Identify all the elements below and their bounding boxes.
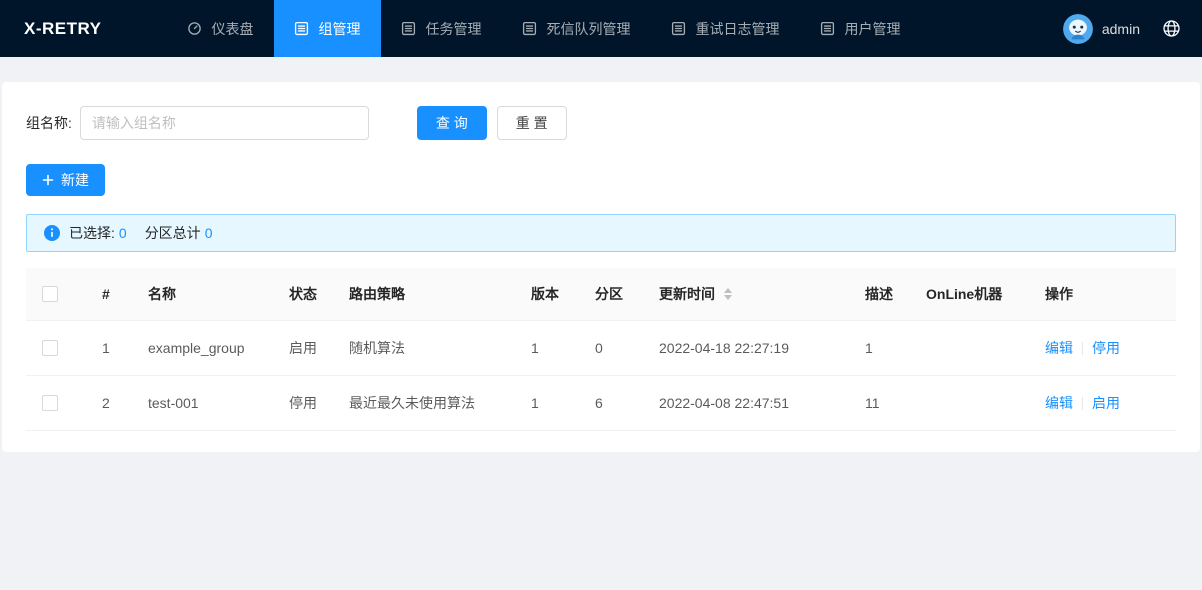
dashboard-icon <box>187 21 202 36</box>
cell-route: 最近最久未使用算法 <box>333 376 515 431</box>
col-version: 版本 <box>515 268 579 321</box>
nav-item-group-management[interactable]: 组管理 <box>274 0 381 57</box>
edit-link[interactable]: 编辑 <box>1045 395 1073 411</box>
nav-label: 重试日志管理 <box>696 19 780 39</box>
nav-label: 仪表盘 <box>212 19 254 39</box>
col-updated-sortable[interactable]: 更新时间 <box>659 284 833 304</box>
brand-logo: X-RETRY <box>24 19 102 39</box>
cell-version: 1 <box>515 321 579 376</box>
cell-action: 编辑 停用 <box>1029 321 1176 376</box>
cell-action: 编辑 启用 <box>1029 376 1176 431</box>
select-all-checkbox[interactable] <box>42 286 58 302</box>
nav-item-task-management[interactable]: 任务管理 <box>381 0 502 57</box>
nav-label: 用户管理 <box>845 19 901 39</box>
toggle-status-link[interactable]: 启用 <box>1092 395 1120 411</box>
cell-index: 2 <box>86 376 132 431</box>
cell-partition: 0 <box>579 321 643 376</box>
username[interactable]: admin <box>1102 21 1140 37</box>
group-name-label: 组名称: <box>26 113 72 133</box>
cell-name: test-001 <box>132 376 273 431</box>
edit-link[interactable]: 编辑 <box>1045 340 1073 356</box>
profile-icon <box>294 21 309 36</box>
cell-desc: 11 <box>849 376 910 431</box>
cell-desc: 1 <box>849 321 910 376</box>
top-navbar: X-RETRY 仪表盘 组管理 任务管理 <box>0 0 1202 57</box>
search-button[interactable]: 查 询 <box>417 106 487 140</box>
partition-total-label: 分区总计 <box>145 223 201 243</box>
nav-item-retry-log[interactable]: 重试日志管理 <box>651 0 800 57</box>
col-updated-label: 更新时间 <box>659 284 715 304</box>
table-row: 2 test-001 停用 最近最久未使用算法 1 6 2022-04-08 2… <box>26 376 1176 431</box>
col-index: # <box>86 268 132 321</box>
col-partition: 分区 <box>579 268 643 321</box>
info-icon <box>44 225 60 241</box>
user-avatar[interactable] <box>1063 14 1093 44</box>
main-menu: 仪表盘 组管理 任务管理 死信队列管理 <box>167 0 921 57</box>
new-button-label: 新建 <box>61 170 89 190</box>
profile-icon <box>820 21 835 36</box>
filter-bar: 组名称: 查 询 重 置 <box>26 106 1176 140</box>
globe-icon[interactable] <box>1162 19 1181 38</box>
reset-button[interactable]: 重 置 <box>497 106 567 140</box>
profile-icon <box>401 21 416 36</box>
cell-online <box>910 376 1029 431</box>
new-button[interactable]: 新建 <box>26 164 105 196</box>
selected-label: 已选择: <box>69 223 115 243</box>
partition-total-count: 0 <box>205 225 213 241</box>
cell-online <box>910 321 1029 376</box>
selection-alert: 已选择: 0 分区总计 0 <box>26 214 1176 252</box>
col-status: 状态 <box>273 268 333 321</box>
col-name: 名称 <box>132 268 273 321</box>
navbar-right: admin <box>1063 14 1181 44</box>
row-checkbox[interactable] <box>42 395 58 411</box>
nav-item-user-management[interactable]: 用户管理 <box>800 0 921 57</box>
sort-icon <box>724 288 732 300</box>
nav-item-dashboard[interactable]: 仪表盘 <box>167 0 274 57</box>
col-route: 路由策略 <box>333 268 515 321</box>
group-name-input[interactable] <box>80 106 369 140</box>
cell-updated: 2022-04-08 22:47:51 <box>643 376 849 431</box>
nav-label: 死信队列管理 <box>547 19 631 39</box>
profile-icon <box>671 21 686 36</box>
cell-status: 启用 <box>273 321 333 376</box>
cell-status: 停用 <box>273 376 333 431</box>
cell-partition: 6 <box>579 376 643 431</box>
profile-icon <box>522 21 537 36</box>
plus-icon <box>42 174 54 186</box>
row-checkbox[interactable] <box>42 340 58 356</box>
cell-updated: 2022-04-18 22:27:19 <box>643 321 849 376</box>
nav-label: 组管理 <box>319 19 361 39</box>
action-divider <box>1082 397 1083 410</box>
selected-count: 0 <box>119 225 127 241</box>
cell-name: example_group <box>132 321 273 376</box>
action-divider <box>1082 342 1083 355</box>
cell-route: 随机算法 <box>333 321 515 376</box>
toggle-status-link[interactable]: 停用 <box>1092 340 1120 356</box>
table-header-row: # 名称 状态 路由策略 版本 分区 更新时间 描述 OnLine机器 操作 <box>26 268 1176 321</box>
cell-index: 1 <box>86 321 132 376</box>
cell-version: 1 <box>515 376 579 431</box>
col-action: 操作 <box>1029 268 1176 321</box>
nav-label: 任务管理 <box>426 19 482 39</box>
col-online: OnLine机器 <box>910 268 1029 321</box>
table-row: 1 example_group 启用 随机算法 1 0 2022-04-18 2… <box>26 321 1176 376</box>
col-desc: 描述 <box>849 268 910 321</box>
nav-item-dead-letter-queue[interactable]: 死信队列管理 <box>502 0 651 57</box>
groups-table: # 名称 状态 路由策略 版本 分区 更新时间 描述 OnLine机器 操作 <box>26 268 1176 431</box>
content-card: 组名称: 查 询 重 置 新建 已选择: 0 分区总计 0 <box>2 82 1200 452</box>
